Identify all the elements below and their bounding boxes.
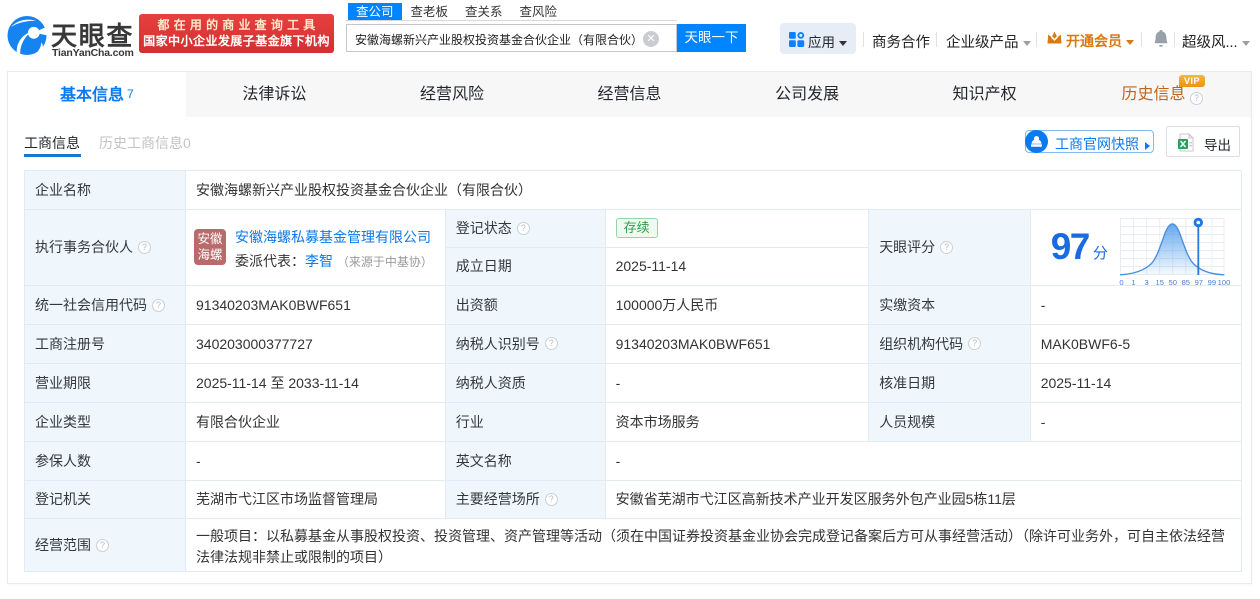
svg-text:1: 1 [1131,278,1135,287]
svg-text:50: 50 [1168,278,1176,287]
svg-text:85: 85 [1181,278,1189,287]
svg-text:15: 15 [1155,278,1163,287]
svg-text:97: 97 [1194,278,1202,287]
svg-text:0: 0 [1119,278,1123,287]
svg-text:3: 3 [1144,278,1148,287]
svg-text:100: 100 [1217,278,1230,287]
svg-text:99: 99 [1207,278,1215,287]
